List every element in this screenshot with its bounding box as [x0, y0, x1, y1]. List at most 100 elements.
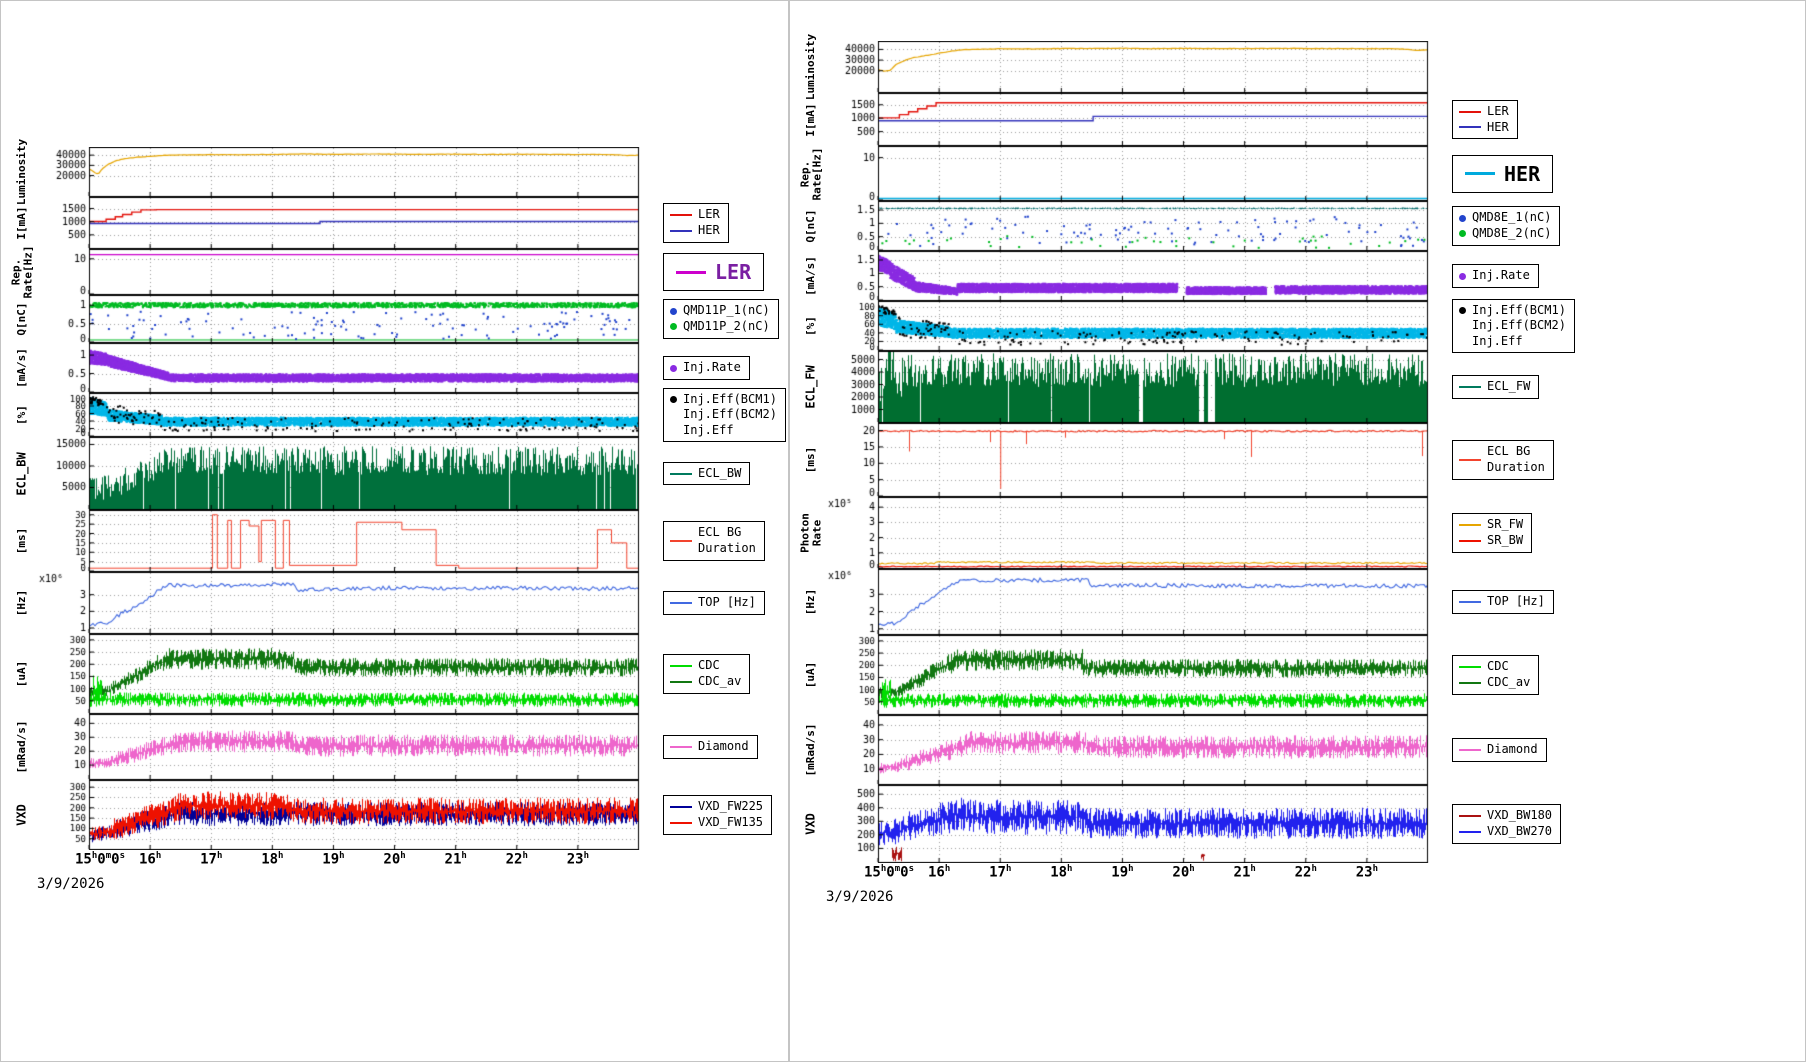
row-top-rate: [Hz] TOP [Hz] — [792, 569, 1805, 635]
legend-label-line: QMD8E_2(nC) — [1472, 226, 1552, 240]
x-tick-number: 17 — [200, 851, 217, 868]
legend-entry: Diamond — [1459, 742, 1538, 758]
legend-label-line: VXD_BW270 — [1487, 824, 1553, 838]
x-axis-right: 15h0m0s 16h 17h 18h 19h 20h 21h 22h 23h — [824, 863, 1805, 887]
legend-entry: QMD11P_2(nC) — [670, 319, 770, 335]
y-axis-label-text: I[mA] — [803, 102, 817, 137]
y-axis-label-charge: Q[nC] — [3, 295, 35, 343]
legend-label: Diamond — [698, 739, 749, 755]
y-axis-label-line: [mRad/s] — [14, 720, 28, 774]
legend-entry: CDC — [670, 658, 741, 674]
y-axis-label-text: I[mA] — [15, 206, 28, 239]
y-axis-label-text: Q[nC] — [804, 209, 817, 242]
y-axis-label-line: Luminosity — [803, 33, 817, 101]
y-axis-label-text: [ms] — [804, 447, 817, 474]
plot-rep-rate — [824, 146, 1436, 201]
plot-vxd — [35, 780, 647, 850]
legend-entry: QMD11P_1(nC) — [670, 303, 770, 319]
legend-slot-luminosity — [647, 147, 788, 197]
y-axis-label-cdc: [uA] — [792, 635, 824, 715]
legend-line-sample — [1459, 749, 1481, 751]
y-axis-label-line: VXD — [803, 813, 818, 835]
y-axis-label-top-rate: [Hz] — [792, 569, 824, 635]
plot-top-rate — [824, 569, 1436, 635]
y-axis-label-vxd: VXD — [792, 785, 824, 863]
legend-label: TOP [Hz] — [698, 595, 756, 611]
x-tick-number: 21 — [1233, 864, 1251, 881]
y-axis-label-text: [mRad/s] — [803, 723, 817, 777]
legend-entry: LER — [1459, 104, 1509, 120]
date-label: 3/9/2026 — [826, 889, 894, 905]
legend-line-sample — [1459, 459, 1481, 461]
legend-slot-vxd: VXD_FW225 VXD_FW135 — [647, 780, 788, 850]
legend-entry: LER — [670, 207, 720, 223]
legend-line-sample — [670, 214, 692, 217]
row-charge: Q[nC] QMD8E_1(nC) QMD8E_2(nC) — [792, 201, 1805, 251]
legend-line-sample — [670, 821, 692, 824]
y-axis-label-beam-current: I[mA] — [3, 197, 35, 249]
x-tick-label: 16h — [139, 851, 161, 868]
x-tick-label: 16h — [928, 864, 950, 881]
x-tick-number: 15 — [864, 864, 881, 881]
legend-slot-diamond: Diamond — [647, 714, 788, 780]
legend-dot-sample — [1459, 230, 1466, 238]
row-cdc: [uA] CDC CDC_av — [792, 635, 1805, 715]
legend-label: ECL_FW — [1487, 379, 1530, 395]
legend-line-sample — [670, 472, 692, 475]
legend-label: TOP [Hz] — [1487, 594, 1545, 610]
x-tick-number: 22 — [1294, 864, 1312, 881]
row-cdc: [uA] CDC CDC_av — [3, 634, 788, 714]
x-tick-unit: s — [119, 851, 125, 861]
y-axis-label-line: Luminosity — [14, 138, 28, 206]
x-tick-unit: h — [216, 851, 223, 861]
y-axis-label-text: [%] — [15, 405, 28, 425]
y-axis-label-charge: Q[nC] — [792, 201, 824, 251]
x-tick-number: 23 — [566, 851, 584, 868]
y-axis-label-line: I[mA] — [803, 102, 817, 137]
row-rep-rate: Rep. Rate[Hz] LER — [3, 246, 788, 298]
legend-inj-rate: Inj.Rate — [663, 356, 750, 380]
legend-beam-current: LER HER — [1452, 99, 1518, 140]
plot-luminosity — [35, 147, 647, 197]
legend-entry: Inj.Rate — [670, 360, 741, 376]
legend-entry: SR_FW — [1459, 517, 1523, 533]
legend-label-line: LER — [1487, 103, 1509, 118]
legend-entry: Inj.Eff(BCM2) — [1459, 318, 1566, 334]
x-tick-label: 15h0m0s — [75, 851, 125, 868]
legend-entry: ECL_FW — [1459, 379, 1530, 395]
y-axis-label-text: [uA] — [804, 662, 817, 689]
x-tick-unit: h — [1005, 864, 1012, 874]
y-axis-label-diamond: [mRad/s] — [792, 715, 824, 785]
y-axis-label-ecl-bg: [ms] — [3, 510, 35, 572]
x-tick-number: 0 — [900, 864, 909, 881]
y-axis-label-line: [mRad/s] — [803, 723, 817, 777]
legend-label: HER — [1504, 161, 1540, 187]
y-axis-label-text: Luminosity — [803, 33, 817, 101]
y-axis-label-inj-eff: [%] — [792, 301, 824, 351]
y-axis-label-text: [Hz] — [15, 590, 28, 617]
y-axis-label-text: Q[nC] — [15, 302, 28, 335]
x-tick-unit: h — [1311, 864, 1317, 874]
legend-entry: HER — [1459, 120, 1509, 136]
legend-dot-sample — [1459, 214, 1466, 222]
legend-label: HER — [698, 223, 720, 239]
legend-label-line: TOP [Hz] — [698, 595, 756, 610]
x-tick-label: 22h — [1295, 864, 1317, 881]
legend-entry: Inj.Rate — [1459, 268, 1530, 284]
legend-inj-eff: Inj.Eff(BCM1) Inj.Eff(BCM2) Inj.Eff — [663, 387, 786, 443]
legend-slot-inj-eff: Inj.Eff(BCM1) Inj.Eff(BCM2) Inj.Eff — [1436, 298, 1805, 354]
x-tick-label: 17h — [989, 864, 1011, 881]
plot-beam-current — [824, 93, 1436, 146]
legend-label: CDC — [1487, 659, 1509, 675]
row-vxd: VXD VXD_BW180 VXD_BW270 — [792, 785, 1805, 863]
legend-line-sample — [670, 806, 692, 809]
legend-label-line: QMD8E_1(nC) — [1472, 210, 1552, 225]
legend-label: CDC — [698, 658, 720, 674]
legend-entry: QMD8E_2(nC) — [1459, 226, 1551, 242]
legend-entry: CDC — [1459, 659, 1530, 675]
x-tick-number: 18 — [1050, 864, 1068, 881]
x-tick-unit: h — [461, 851, 467, 861]
row-photon-rate: Photon Rate SR_FW SR_BW — [792, 497, 1805, 569]
x-tick-number: 20 — [383, 851, 401, 868]
legend-ecl-bg: ECL BG Duration — [663, 521, 765, 561]
